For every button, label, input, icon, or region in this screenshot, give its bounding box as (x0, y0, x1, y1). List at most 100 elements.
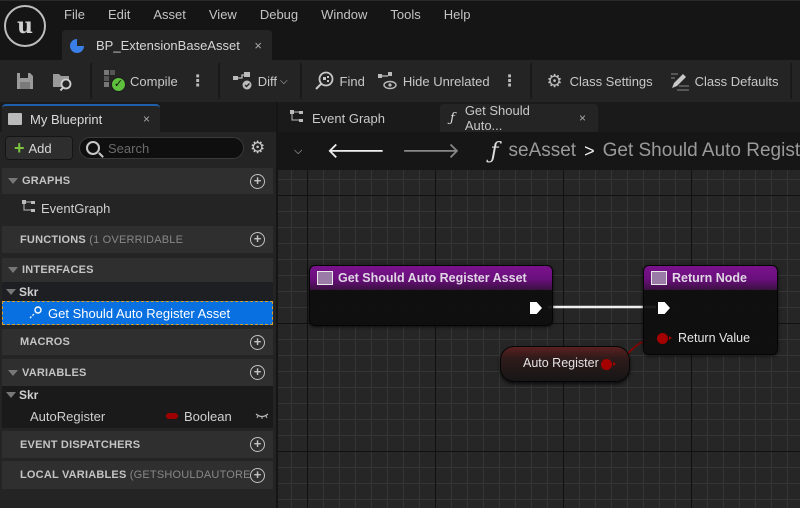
compile-button[interactable]: ✓ Compile (98, 66, 184, 96)
blueprint-icon (70, 38, 84, 53)
diff-icon (232, 70, 254, 92)
add-local-variable-icon[interactable]: + (250, 467, 265, 483)
expand-triangle-icon[interactable] (8, 267, 18, 273)
breadcrumb-current[interactable]: Get Should Auto Register Asset (603, 140, 800, 162)
local-variables-title-text: LOCAL VARIABLES (20, 469, 127, 481)
section-event-dispatchers-title: EVENT DISPATCHERS (20, 438, 141, 451)
tab-get-should-auto-register[interactable]: ƒ Get Should Auto... × (440, 103, 598, 133)
section-local-variables-title: LOCAL VARIABLES (GETSHOULDAUTOREGIST (2, 469, 250, 481)
settings-gear-icon[interactable]: ⚙ (250, 138, 265, 158)
add-macro-icon[interactable]: + (250, 334, 265, 350)
section-graphs[interactable]: GRAPHS + (2, 168, 273, 194)
return-value-pin[interactable] (657, 333, 672, 344)
menu-edit[interactable]: Edit (96, 5, 141, 25)
variable-item-autoregister[interactable]: AutoRegister Boolean (2, 404, 273, 428)
class-settings-button[interactable]: ⚙ Class Settings (538, 66, 659, 96)
diff-button[interactable]: Diff ⌵ (226, 66, 294, 96)
section-event-dispatchers[interactable]: EVENT DISPATCHERS + (2, 431, 273, 458)
add-event-dispatcher-icon[interactable]: + (250, 437, 265, 452)
expand-triangle-icon[interactable] (6, 288, 16, 295)
my-blueprint-tab[interactable]: My Blueprint × (2, 104, 160, 132)
menu-tools[interactable]: Tools (378, 5, 431, 25)
back-arrow-icon[interactable]: 🡐 (326, 138, 385, 164)
add-label: Add (28, 140, 52, 156)
plus-icon: + (14, 138, 25, 158)
toolbar-separator (529, 63, 532, 99)
tab-event-graph[interactable]: Event Graph (282, 104, 385, 132)
interface-item-get-should-auto-register-asset[interactable]: Get Should Auto Register Asset (2, 301, 273, 325)
toolbar-separator (90, 63, 92, 99)
section-macros[interactable]: MACROS + (2, 329, 273, 355)
menu-help[interactable]: Help (432, 5, 482, 25)
functions-title-text: FUNCTIONS (20, 233, 86, 246)
compile-label: Compile (130, 73, 178, 89)
menu-asset[interactable]: Asset (141, 5, 197, 25)
close-icon[interactable]: × (143, 112, 150, 126)
menu-view[interactable]: View (197, 5, 248, 25)
interface-function-icon (29, 305, 43, 322)
visibility-eye-closed-icon[interactable] (255, 409, 269, 423)
function-entry-node[interactable]: Get Should Auto Register Asset (309, 265, 553, 326)
variable-type: Boolean (184, 408, 232, 424)
class-defaults-icon (669, 70, 691, 92)
add-button[interactable]: + Add (5, 136, 73, 160)
return-value-label: Return Value (678, 331, 751, 345)
my-blueprint-tab-label: My Blueprint (30, 111, 103, 127)
section-local-variables[interactable]: LOCAL VARIABLES (GETSHOULDAUTOREGIST + (2, 461, 273, 489)
tab-label: Get Should Auto... (464, 103, 530, 133)
node-title: Get Should Auto Register Asset (338, 271, 527, 285)
node-header: Return Node (644, 266, 777, 290)
unreal-engine-logo-icon[interactable]: u (4, 5, 46, 47)
variable-output-pin[interactable] (601, 359, 616, 370)
compile-options-icon[interactable]: ⋮ (184, 71, 212, 91)
chevron-down-icon[interactable]: ⌵ (294, 145, 302, 158)
section-interfaces[interactable]: INTERFACES (2, 258, 273, 282)
close-icon[interactable]: × (579, 111, 586, 125)
find-button[interactable]: Find (308, 66, 371, 96)
add-variable-icon[interactable]: + (250, 365, 265, 380)
graph-navigation-bar: ⌵ 🡐 🡒 ƒ seAsset > Get Should Auto Regist… (278, 132, 800, 170)
document-tab-label: BP_ExtensionBaseAsset (96, 38, 240, 53)
my-blueprint-body: + Add ⚙ GRAPHS + EventGraph FUNCTIONS (1… (0, 132, 276, 508)
add-function-icon[interactable]: + (250, 232, 265, 247)
menu-debug[interactable]: Debug (248, 5, 309, 25)
return-node[interactable]: Return Node Return Value (643, 265, 778, 355)
menu-window[interactable]: Window (309, 5, 378, 25)
expand-triangle-icon[interactable] (8, 369, 18, 376)
save-icon (14, 70, 36, 92)
expand-triangle-icon[interactable] (6, 392, 16, 398)
browse-button[interactable] (46, 66, 84, 96)
functions-overridable-count: (1 OVERRIDABLE (89, 233, 184, 246)
add-graph-icon[interactable]: + (250, 173, 265, 189)
breadcrumb-parent[interactable]: seAsset (509, 140, 577, 162)
graph-item-eventgraph[interactable]: EventGraph (2, 197, 273, 219)
class-defaults-button[interactable]: Class Defaults (663, 66, 785, 96)
forward-arrow-icon[interactable]: 🡒 (401, 138, 460, 164)
hide-unrelated-label: Hide Unrelated (402, 73, 490, 89)
hide-unrelated-options-icon[interactable]: ⋮ (496, 71, 524, 91)
toolbar: ✓ Compile ⋮ Diff ⌵ Find Hide Unrelated ⋮… (0, 60, 800, 102)
variable-category-skr[interactable]: Skr (2, 386, 273, 404)
expand-triangle-icon[interactable] (8, 178, 18, 184)
exec-input-pin[interactable] (658, 302, 670, 314)
auto-register-getter-node[interactable]: Auto Register (500, 346, 630, 382)
graph-canvas[interactable]: Get Should Auto Register Asset Return No… (278, 170, 800, 508)
toolbar-separator (217, 63, 220, 99)
section-variables-title: VARIABLES (22, 366, 87, 379)
category-label: Skr (19, 388, 39, 402)
section-variables[interactable]: VARIABLES + (2, 359, 273, 386)
menu-file[interactable]: File (52, 5, 96, 25)
browse-folder-icon (52, 70, 74, 92)
document-tab[interactable]: BP_ExtensionBaseAsset × (62, 30, 272, 61)
chevron-down-icon: ⌵ (279, 75, 288, 87)
section-functions[interactable]: FUNCTIONS (1 OVERRIDABLE + (2, 226, 273, 253)
search-box[interactable] (79, 137, 244, 159)
interface-category-skr[interactable]: Skr (2, 282, 273, 301)
search-input[interactable] (108, 140, 238, 156)
section-functions-title: FUNCTIONS (1 OVERRIDABLE (2, 234, 250, 246)
save-button[interactable] (8, 66, 46, 96)
exec-output-pin[interactable] (530, 302, 542, 314)
hide-unrelated-button[interactable]: Hide Unrelated (371, 66, 496, 96)
section-interfaces-title: INTERFACES (22, 264, 94, 276)
close-icon[interactable]: × (254, 38, 262, 53)
